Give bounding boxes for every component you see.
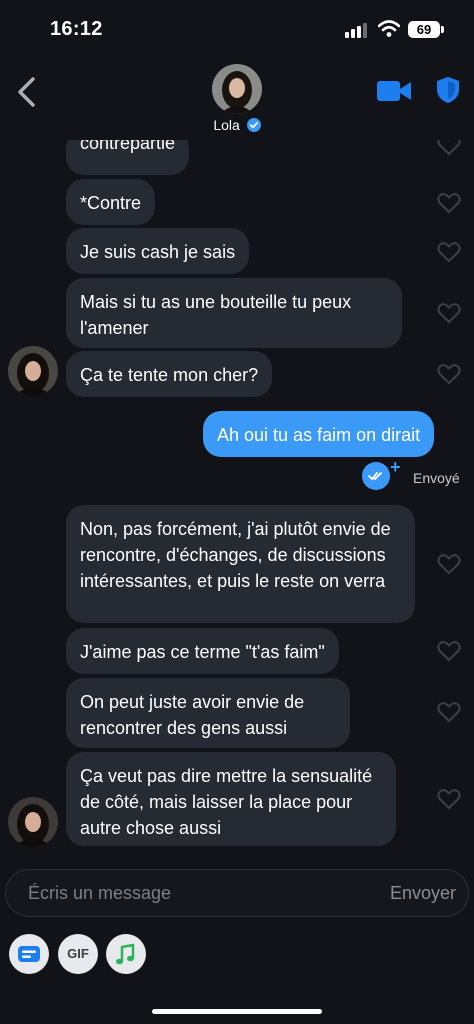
heart-icon[interactable] [437,553,461,575]
message-text: *Contre [80,193,142,213]
heart-icon[interactable] [437,701,461,723]
message-text: contrepartie [80,140,176,153]
message-text: On peut juste avoir envie de rencontrer … [80,692,305,738]
status-bar: 16:12 69 [0,0,474,56]
heart-icon[interactable] [437,192,461,214]
message-bubble-received[interactable]: On peut juste avoir envie de rencontrer … [66,678,350,748]
heart-icon[interactable] [437,640,461,662]
super-like-plus-icon[interactable]: + [390,458,401,476]
battery-cap [441,26,444,33]
send-button[interactable]: Envoyer [390,883,456,904]
verified-badge-icon [246,118,261,133]
chat-header: Lola [0,56,474,140]
message-text: Non, pas forcément, j'ai plutôt envie de… [80,519,391,591]
message-bubble-sent[interactable]: Ah oui tu as faim on dirait [203,411,435,457]
message-bubble-received[interactable]: Ça te tente mon cher? [66,351,273,397]
heart-icon[interactable] [437,788,461,810]
cellular-signal-icon [345,22,371,38]
id-card-button[interactable] [9,934,49,974]
music-note-icon [116,943,135,965]
message-bubble-received[interactable]: Ça veut pas dire mettre la sensualité de… [66,752,396,846]
wifi-icon [378,20,400,37]
video-call-icon[interactable] [376,78,412,104]
avatar[interactable] [8,346,58,396]
shield-icon[interactable] [436,76,460,104]
read-receipt-icon [362,462,390,490]
message-text: Ça veut pas dire mettre la sensualité de… [80,766,373,838]
back-chevron-icon[interactable] [12,74,42,110]
message-text: Ah oui tu as faim on dirait [217,425,421,445]
message-bubble-received[interactable]: Mais si tu as une bouteille tu peux l'am… [66,278,402,348]
contact-name-row[interactable]: Lola [0,116,474,133]
message-text: Mais si tu as une bouteille tu peux l'am… [80,292,352,338]
status-time: 16:12 [50,18,103,40]
id-card-icon [18,946,40,962]
message-bubble-received[interactable]: contrepartie [66,140,190,175]
message-list[interactable]: contrepartie *Contre Je suis cash je sai… [0,140,474,865]
heart-icon[interactable] [437,140,461,156]
sent-status: Envoyé [413,470,460,486]
message-composer: Envoyer [5,869,469,917]
heart-icon[interactable] [437,363,461,385]
message-text: J'aime pas ce terme "t'as faim" [80,642,325,662]
home-indicator[interactable] [152,1009,322,1014]
message-bubble-received[interactable]: *Contre [66,179,156,225]
message-text: Je suis cash je sais [80,242,236,262]
avatar[interactable] [8,797,58,847]
message-bubble-received[interactable]: Je suis cash je sais [66,228,250,274]
message-bubble-received[interactable]: J'aime pas ce terme "t'as faim" [66,628,339,674]
message-input[interactable] [28,870,368,916]
avatar[interactable] [212,64,262,114]
music-button[interactable] [106,934,146,974]
gif-button[interactable]: GIF [58,934,98,974]
contact-name: Lola [213,117,240,134]
message-text: Ça te tente mon cher? [80,365,259,385]
heart-icon[interactable] [437,302,461,324]
heart-icon[interactable] [437,241,461,263]
message-bubble-received[interactable]: Non, pas forcément, j'ai plutôt envie de… [66,505,415,623]
battery-icon: 69 [408,21,440,38]
gif-label: GIF [67,946,89,961]
